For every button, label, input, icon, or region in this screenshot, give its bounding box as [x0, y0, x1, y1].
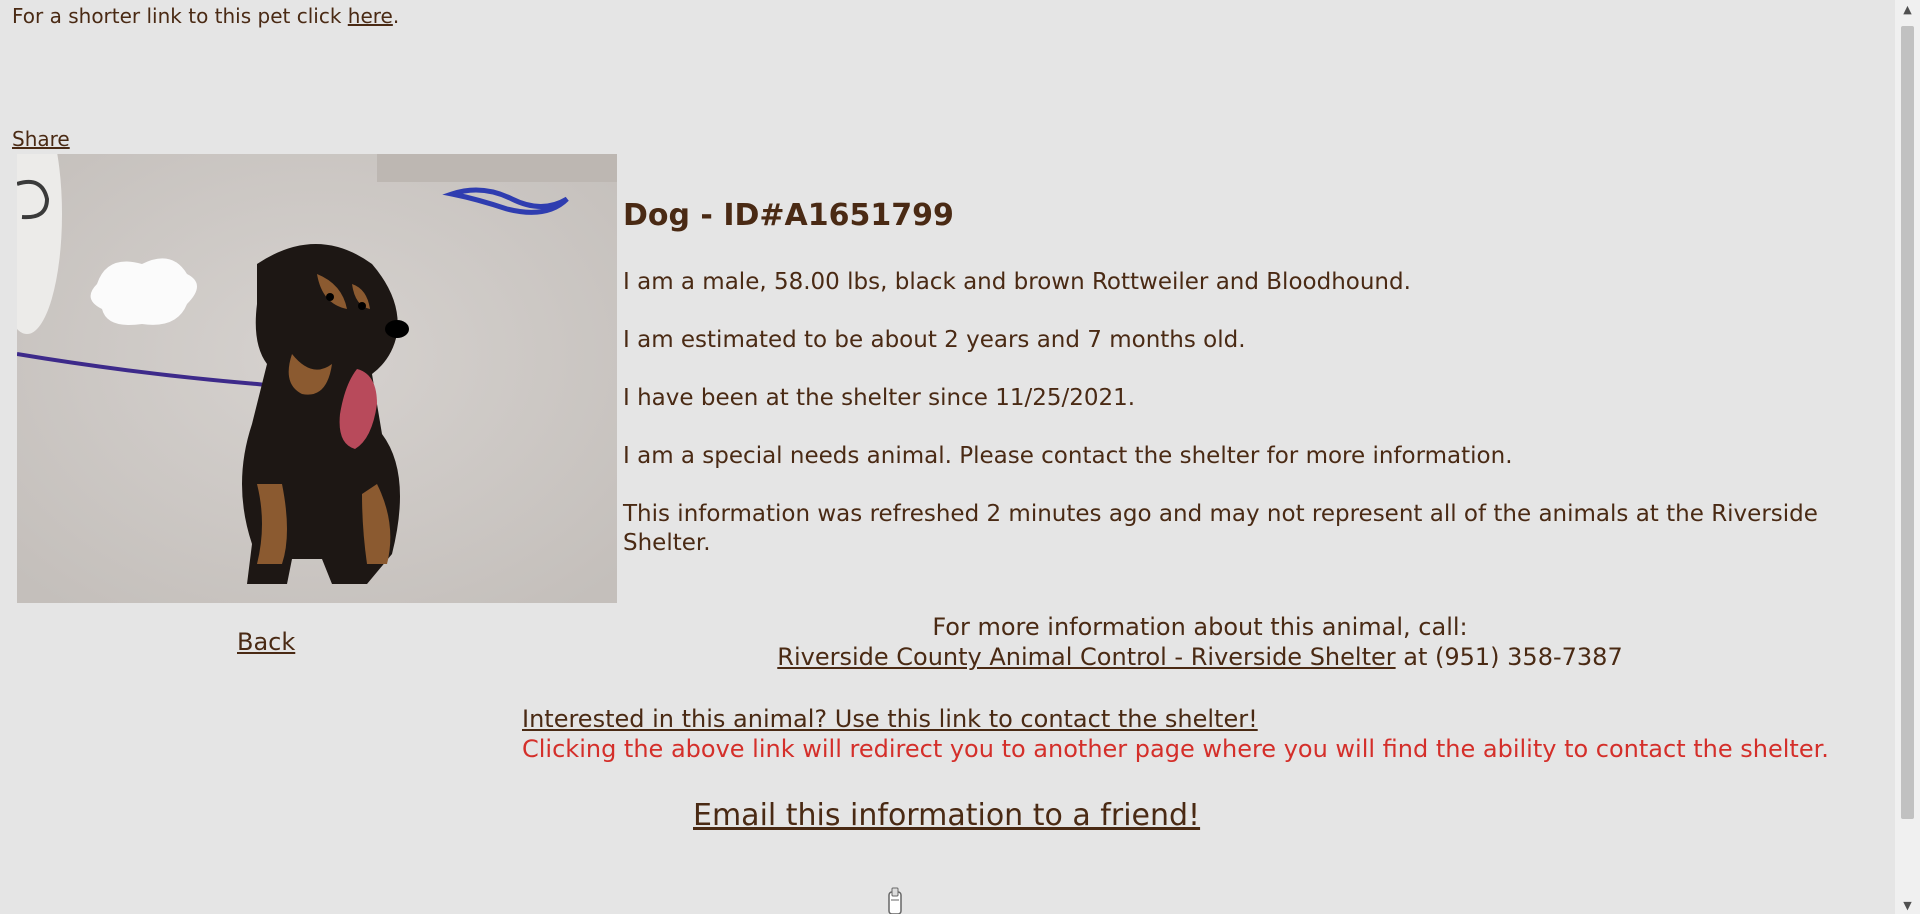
animal-info: Dog - ID#A1651799 I am a male, 58.00 lbs…	[623, 196, 1893, 587]
print-icon[interactable]	[887, 886, 903, 914]
short-link-suffix: .	[392, 4, 400, 28]
shelter-phone: at (951) 358-7387	[1395, 643, 1623, 671]
main-content: For a shorter link to this pet click her…	[0, 0, 1895, 914]
animal-shelter-since: I have been at the shelter since 11/25/2…	[623, 385, 1136, 411]
contact-shelter-link[interactable]: Interested in this animal? Use this link…	[522, 705, 1258, 733]
chevron-down-icon[interactable]: ▼	[1895, 896, 1920, 914]
animal-age: I am estimated to be about 2 years and 7…	[623, 327, 1246, 353]
scroll-thumb[interactable]	[1901, 26, 1914, 819]
shelter-contact-line: Riverside County Animal Control - Rivers…	[600, 642, 1800, 672]
back-link[interactable]: Back	[237, 626, 295, 658]
shelter-name-link[interactable]: Riverside County Animal Control - Rivers…	[777, 643, 1395, 671]
vertical-scrollbar[interactable]: ▲ ▼	[1895, 0, 1920, 914]
refresh-note: This information was refreshed 2 minutes…	[623, 501, 1818, 556]
short-link-prefix: For a shorter link to this pet click	[12, 4, 348, 28]
animal-description: I am a male, 58.00 lbs, black and brown …	[623, 269, 1411, 295]
animal-title: Dog - ID#A1651799	[623, 198, 954, 233]
short-link-here[interactable]: here	[348, 4, 393, 28]
chevron-up-icon[interactable]: ▲	[1895, 0, 1920, 18]
share-link[interactable]: Share	[12, 126, 70, 152]
animal-photo	[17, 154, 617, 603]
animal-special-needs: I am a special needs animal. Please cont…	[623, 443, 1513, 469]
call-prompt: For more information about this animal, …	[932, 613, 1468, 641]
page: For a shorter link to this pet click her…	[0, 0, 1920, 914]
contact-shelter-block: Interested in this animal? Use this link…	[522, 704, 1829, 764]
call-info: For more information about this animal, …	[600, 612, 1800, 672]
redirect-note: Clicking the above link will redirect yo…	[522, 735, 1829, 763]
email-friend-link[interactable]: Email this information to a friend!	[693, 796, 1200, 836]
short-link-line: For a shorter link to this pet click her…	[12, 2, 399, 30]
